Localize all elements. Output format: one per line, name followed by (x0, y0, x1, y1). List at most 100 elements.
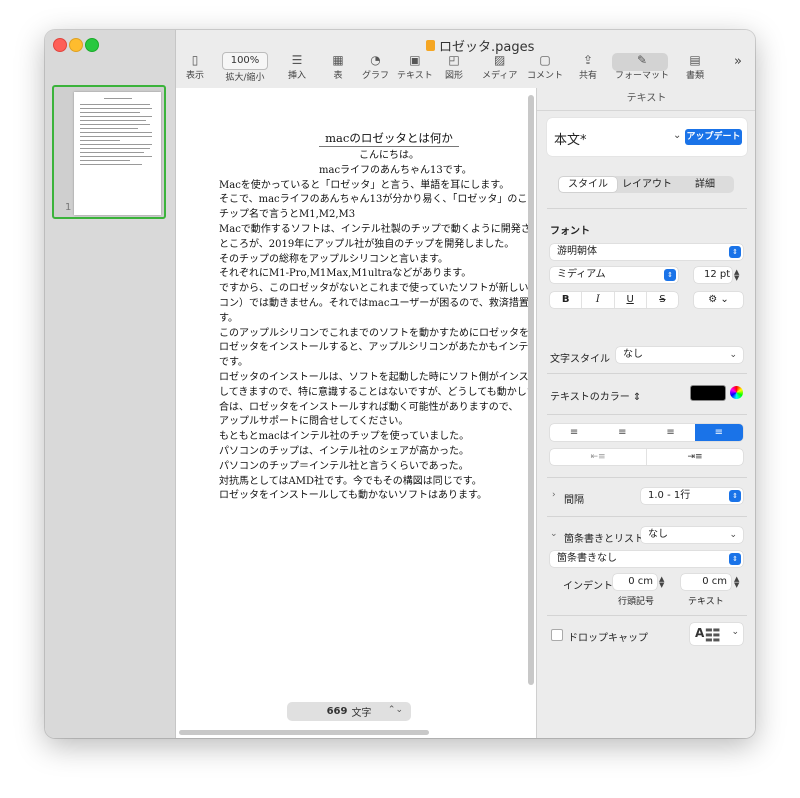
zoom-window-button[interactable] (85, 38, 99, 52)
font-size-value[interactable]: 12 pt (704, 269, 730, 280)
shape-button[interactable]: ◰ 図形 (445, 52, 463, 81)
font-weight-select[interactable]: ミディアム ⇕ (550, 267, 678, 283)
chart-button[interactable]: ◔ グラフ (362, 52, 389, 81)
text-box-button[interactable]: ▣ テキスト (397, 52, 433, 81)
underline-button[interactable]: U (615, 292, 647, 308)
table-button[interactable]: ▦ 表 (329, 52, 347, 81)
color-wheel-icon[interactable] (730, 386, 743, 399)
indent-text-value[interactable]: 0 cm (702, 576, 727, 587)
document-body[interactable]: macのロゼッタとは何か こんにちは。 macライフのあんちゃん13です。 Ma… (219, 131, 529, 504)
align-right-icon[interactable]: ≡ (647, 424, 695, 441)
body-line[interactable]: それぞれにM1-Pro,M1Max,M1ultraなどがあります。 (219, 267, 529, 282)
font-size-field[interactable]: 12 pt (694, 267, 732, 283)
body-line[interactable]: ロゼッタをインストールしても動かないソフトはあります。 (219, 489, 529, 504)
share-icon: ⇪ (582, 53, 594, 67)
char-style-select[interactable]: なし ⌄ (616, 347, 743, 363)
body-line[interactable]: コン）では動きません。それではmacユーザーが困るので、救済措置 (219, 297, 529, 312)
body-line[interactable]: ロゼッタのインストールは、ソフトを起動した時にソフト側がインスト (219, 371, 529, 386)
document-button[interactable]: ▤ 書類 (686, 52, 704, 81)
author-line[interactable]: macライフのあんちゃん13です。 (319, 164, 472, 179)
paragraph-style-box[interactable]: 本文* ⌄ アップデート (547, 118, 747, 156)
body-line[interactable]: そのチップの総称をアップルシリコンと言います。 (219, 253, 529, 268)
body-line[interactable]: してきますので、特に意識することはないですが、どうしても動かした (219, 386, 529, 401)
body-line[interactable]: ですから、このロゼッタがないとこれまで使っていたソフトが新しいm (219, 282, 529, 297)
bullet-type-select[interactable]: 箇条書きなし ⇕ (550, 551, 743, 567)
body-line[interactable]: です。 (219, 356, 529, 371)
word-count-button[interactable]: 669 文字 ⌃⌄ (287, 702, 411, 721)
indent-buttons: ⇤≡ ⇥≡ (550, 449, 743, 465)
paragraph-style-name[interactable]: 本文* (554, 129, 587, 148)
body-line[interactable]: Macを使かっていると「ロゼッタ」と言う、単語を耳にします。 (219, 179, 529, 194)
body-line[interactable]: ロゼッタをインストールすると、アップルシリコンがあたかもインテル (219, 341, 529, 356)
body-line[interactable]: 合は、ロゼッタをインストールすれば動く可能性がありますので、 (219, 401, 529, 416)
indent-bullet-stepper[interactable]: ▲ ▼ (659, 576, 664, 589)
update-style-button[interactable]: アップデート (685, 129, 742, 145)
body-line[interactable]: チップ名で言うとM1,M2,M3 (219, 208, 529, 223)
thumb-line (80, 108, 152, 109)
tab-style[interactable]: スタイル (559, 177, 617, 192)
text-box-icon: ▣ (409, 53, 421, 67)
decrease-indent-icon[interactable]: ⇤≡ (550, 449, 646, 465)
minimize-window-button[interactable] (69, 38, 83, 52)
align-left-icon[interactable]: ≡ (550, 424, 598, 441)
chevron-down-icon[interactable]: ⌄ (550, 529, 558, 539)
comment-button[interactable]: ▢ コメント (527, 52, 563, 81)
dropcap-checkbox[interactable] (551, 629, 563, 641)
chevron-down-icon[interactable]: ⌄ (673, 130, 681, 141)
italic-button[interactable]: I (582, 292, 615, 308)
spacing-select[interactable]: 1.0 - 1行 ⇕ (641, 488, 743, 504)
indent-text-field[interactable]: 0 cm (681, 574, 731, 590)
text-color-label[interactable]: テキストのカラー ⇕ (550, 388, 641, 403)
document-canvas[interactable]: macのロゼッタとは何か こんにちは。 macライフのあんちゃん13です。 Ma… (176, 88, 536, 738)
text-options-button[interactable]: ⚙ ⌄ (694, 292, 743, 308)
strikethrough-button[interactable]: S (647, 292, 678, 308)
body-line[interactable]: Macで動作するソフトは、インテル社製のチップで動くように開発され (219, 223, 529, 238)
chevron-down-icon: ⌄ (729, 350, 737, 360)
char-style-value: なし (623, 349, 643, 360)
vertical-scrollbar[interactable] (528, 95, 534, 685)
bullets-select[interactable]: なし ⌄ (641, 527, 743, 543)
format-button[interactable]: ✎ フォーマット (615, 52, 669, 81)
font-size-stepper[interactable]: ▲ ▼ (734, 269, 739, 282)
chevron-right-icon[interactable]: › (552, 490, 556, 500)
horizontal-scrollbar[interactable] (179, 730, 429, 735)
tab-details[interactable]: 詳細 (676, 176, 734, 193)
body-line[interactable]: パソコンのチップは、インテル社のシェアが高かった。 (219, 445, 529, 460)
zoom-value[interactable]: 100% (222, 52, 268, 70)
text-color-label-text: テキストのカラー (550, 392, 630, 403)
indent-bullet-value[interactable]: 0 cm (628, 576, 653, 587)
body-line[interactable]: アップルサポートに問合せしてください。 (219, 415, 529, 430)
text-color-well[interactable] (690, 385, 726, 401)
media-button[interactable]: ▨ メディア (482, 52, 517, 81)
more-toolbar-button[interactable]: » (734, 54, 742, 69)
page-thumbnail[interactable] (74, 92, 161, 215)
increase-indent-icon[interactable]: ⇥≡ (646, 449, 743, 465)
align-justify-icon[interactable]: ≡ (694, 424, 743, 441)
font-family-select[interactable]: 游明朝体 ⇕ (550, 244, 743, 260)
insert-button[interactable]: ☰ 挿入 (288, 52, 306, 81)
greeting-line[interactable]: こんにちは。 (319, 149, 459, 164)
shape-label: 図形 (445, 71, 464, 81)
chart-icon: ◔ (370, 53, 381, 67)
body-line[interactable]: そこで、macライフのあんちゃん13が分かり易く、「ロゼッタ」のこと (219, 193, 529, 208)
indent-text-caption: テキスト (688, 597, 724, 607)
bold-button[interactable]: B (550, 292, 583, 308)
tab-layout[interactable]: レイアウト (618, 176, 676, 193)
indent-bullet-field[interactable]: 0 cm (613, 574, 657, 590)
dropcap-style-button[interactable]: A ▬▬ ▬▬ ▬▬ ⌄ (690, 623, 743, 645)
view-button[interactable]: ▯ 表示 (186, 52, 204, 81)
body-line[interactable]: このアップルシリコンでこれまでのソフトを動かすためにロゼッタを使 (219, 327, 529, 342)
zoom-control[interactable]: 100% 拡大/縮小 (222, 52, 268, 83)
share-button[interactable]: ⇪ 共有 (579, 52, 597, 81)
close-window-button[interactable] (53, 38, 67, 52)
body-line[interactable]: パソコンのチップ＝インテル社と言うくらいであった。 (219, 460, 529, 475)
format-inspector: テキスト 本文* ⌄ アップデート スタイル レイアウト 詳細 フォント 游明朝… (536, 88, 755, 738)
body-line[interactable]: ところが、2019年にアップル社が独自のチップを開発しました。 (219, 238, 529, 253)
document-title[interactable]: macのロゼッタとは何か (319, 131, 459, 147)
body-line[interactable]: す。 (219, 312, 529, 327)
body-line[interactable]: 対抗馬としてはAMD社です。今でもその構図は同じです。 (219, 475, 529, 490)
body-line[interactable]: もともとmacはインテル社のチップを使っていました。 (219, 430, 529, 445)
updown-chevron-icon: ⇕ (729, 246, 741, 258)
align-center-icon[interactable]: ≡ (598, 424, 646, 441)
indent-text-stepper[interactable]: ▲ ▼ (734, 576, 739, 589)
